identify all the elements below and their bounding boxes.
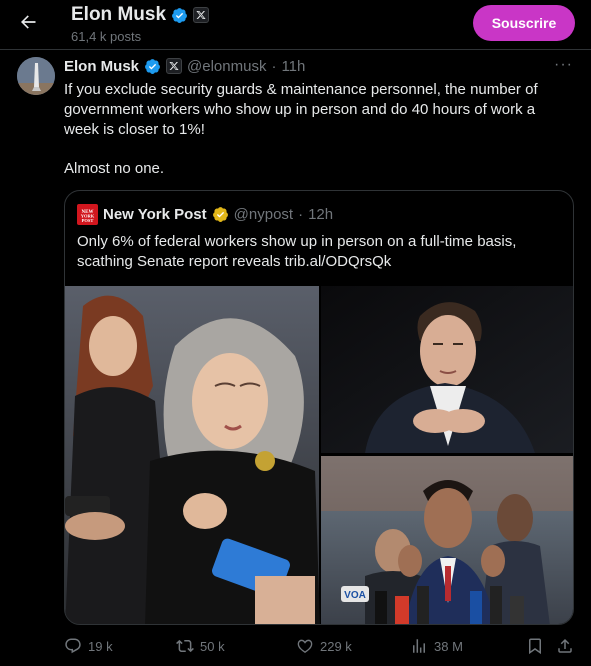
posts-count: 61,4 k posts [71,29,142,44]
quote-handle[interactable]: @nypost [234,206,293,223]
gold-verified-badge-icon [212,207,228,222]
photo-senator[interactable] [65,286,320,625]
svg-text:POST: POST [82,218,94,223]
photo-elon-musk[interactable] [321,286,574,453]
tweet-text-2: Almost no one. [64,160,165,177]
separator: · [298,206,304,223]
quote-header: NEW YORK POST New York Post @nypost · 12… [77,204,333,225]
quote-media-grid[interactable]: VOA [65,286,574,625]
reply-count: 19 k [88,638,113,654]
repost-count: 50 k [200,638,225,654]
like-icon [297,639,313,653]
x-logo-icon [166,58,183,74]
separator: · [271,57,277,75]
like-button[interactable]: 229 k [296,637,352,655]
tweet-actions: 19 k 50 k 229 k 38 M [0,632,591,662]
views-count: 38 M [434,638,463,654]
nypost-logo: NEW YORK POST [77,204,98,225]
views-icon [413,639,425,653]
tweet-author-name[interactable]: Elon Musk [64,58,139,75]
verified-badge-icon [172,7,187,23]
x-logo-icon [193,7,210,23]
subscribe-button[interactable]: Souscrire [473,5,575,41]
avatar[interactable] [17,57,55,95]
quote-time[interactable]: 12h [308,206,333,223]
profile-header: Elon Musk 61,4 k posts Souscrire [0,0,591,49]
header-name: Elon Musk [71,4,167,25]
views-button[interactable]: 38 M [410,637,463,655]
reply-button[interactable]: 19 k [64,637,113,655]
share-icon [558,638,572,653]
repost-icon [176,639,194,653]
quote-text: Only 6% of federal workers show up in pe… [77,233,517,270]
back-arrow-icon [21,15,36,29]
reply-icon [65,638,81,654]
more-icon[interactable]: ··· [554,56,573,74]
quoted-tweet-card[interactable]: NEW YORK POST New York Post @nypost · 12… [64,190,574,625]
repost-button[interactable]: 50 k [176,637,225,655]
tweet-text: If you exclude security guards & mainten… [64,81,538,138]
voa-mic-label: VOA [344,590,366,601]
share-button[interactable] [556,637,574,655]
tweet-header: Elon Musk @elonmusk · 11h [64,57,305,75]
like-count: 229 k [320,638,352,654]
tweet-handle[interactable]: @elonmusk [187,58,266,75]
verified-badge-icon [145,58,160,74]
photo-speaker-podium[interactable]: VOA [321,456,574,625]
header-name-row: Elon Musk [71,4,210,26]
back-button[interactable] [14,8,42,36]
tweet-time[interactable]: 11h [281,58,305,75]
header-divider [0,49,591,50]
quote-author-name[interactable]: New York Post [103,206,207,223]
bookmark-icon [529,638,541,655]
bookmark-button[interactable] [526,637,544,655]
